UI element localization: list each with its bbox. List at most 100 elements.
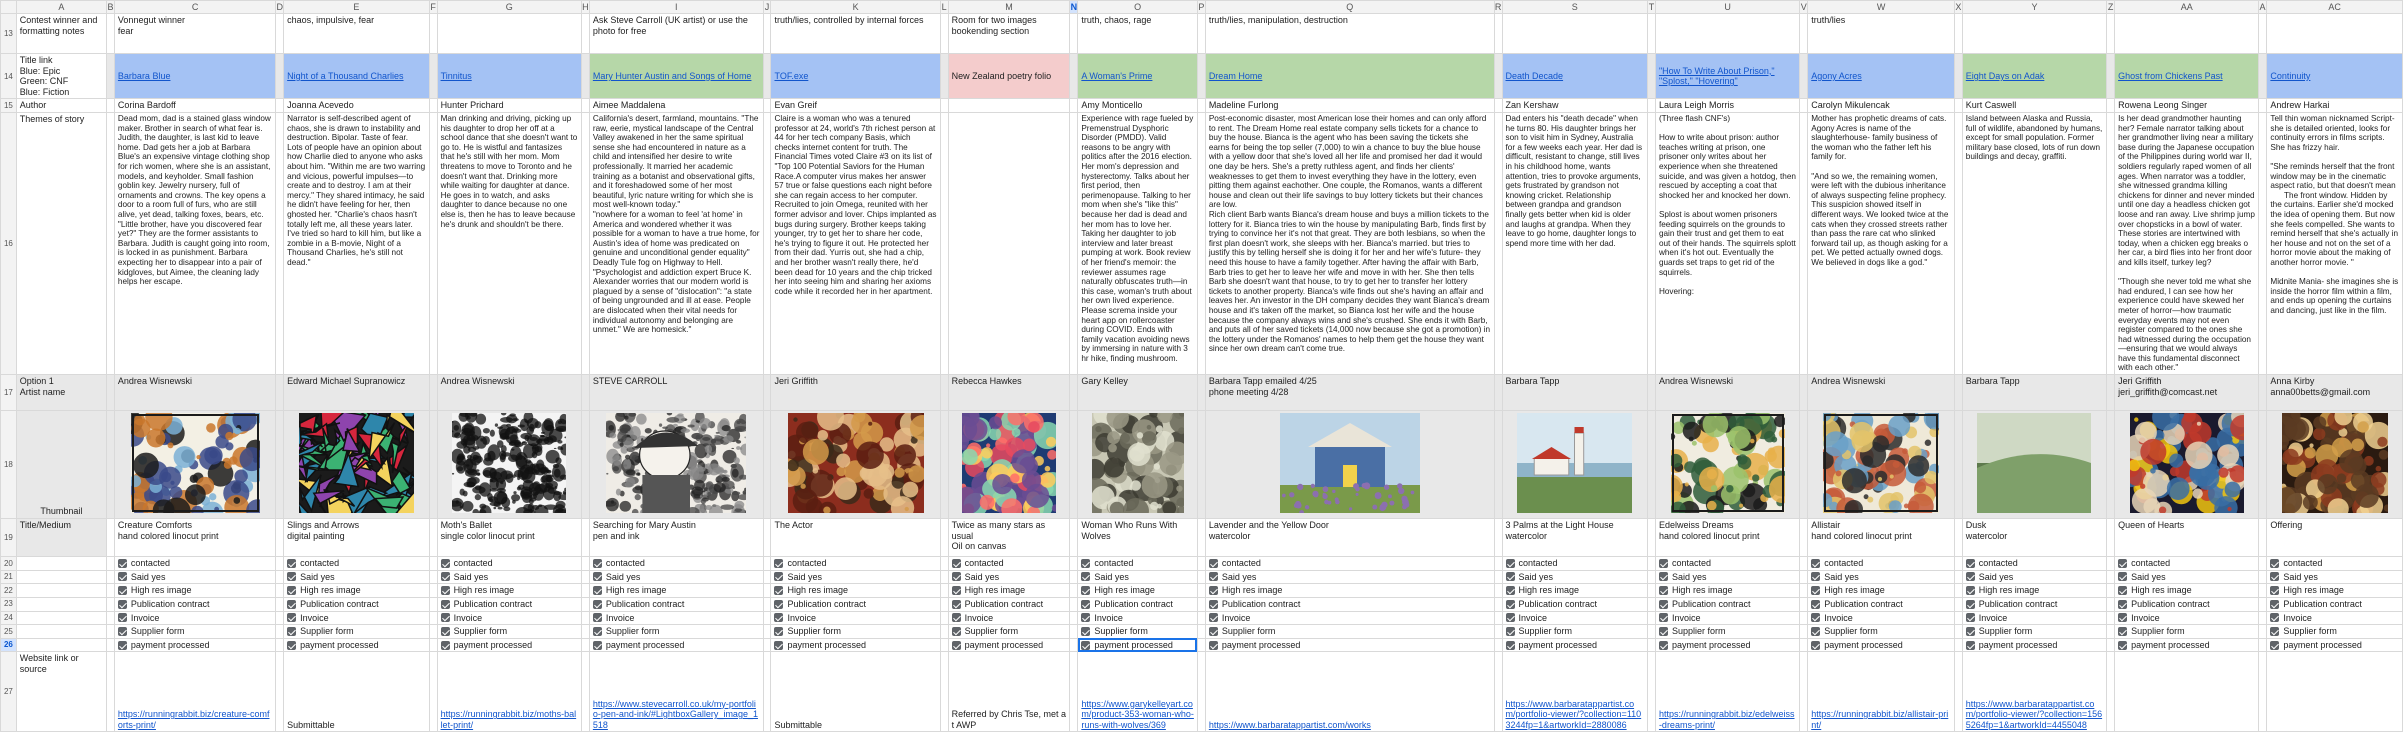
checkbox[interactable]: [1081, 599, 1091, 609]
spacer-cell[interactable]: [1953, 52, 1963, 100]
spacer-cell[interactable]: [275, 410, 285, 520]
checkbox[interactable]: [774, 572, 784, 582]
spacer-cell[interactable]: [2258, 410, 2268, 520]
cell-y-thumb[interactable]: [1961, 410, 2108, 520]
spacer-cell[interactable]: [1647, 569, 1656, 585]
spacer-cell[interactable]: [1196, 583, 1206, 598]
website-link[interactable]: https://www.stevecarroll.co.uk/my-portfo…: [593, 699, 758, 730]
cell-y-c2[interactable]: High res image: [1961, 583, 2108, 598]
checkbox[interactable]: [1081, 613, 1091, 623]
cell-s-contest[interactable]: [1501, 13, 1649, 54]
cell-c-c3[interactable]: Publication contract: [113, 596, 277, 612]
cell-o-artist[interactable]: Gary Kelley: [1077, 374, 1198, 412]
spacer-cell[interactable]: [275, 637, 285, 653]
column-header-b[interactable]: B: [106, 0, 115, 14]
cell-w-c2[interactable]: High res image: [1807, 583, 1955, 598]
cell-w-c4[interactable]: Invoice: [1807, 610, 1955, 626]
spacer-cell[interactable]: [2258, 374, 2268, 412]
column-header-o[interactable]: O: [1077, 0, 1198, 14]
cell-s-c1[interactable]: Said yes: [1501, 569, 1649, 585]
website-link[interactable]: https://runningrabbit.biz/edelweiss-drea…: [1659, 709, 1795, 730]
spacer-cell[interactable]: [580, 637, 590, 653]
row-label-cell[interactable]: Themes of story: [15, 112, 108, 376]
cell-u-c3[interactable]: Publication contract: [1654, 596, 1801, 612]
cell-w-c1[interactable]: Said yes: [1807, 569, 1955, 585]
spacer-cell[interactable]: [2106, 518, 2116, 558]
checkbox[interactable]: [440, 558, 450, 568]
row-label-cell[interactable]: Author: [15, 98, 108, 114]
spacer-cell[interactable]: [1493, 98, 1503, 114]
checkbox[interactable]: [2118, 558, 2128, 568]
checkbox[interactable]: [1208, 586, 1218, 596]
row-header[interactable]: 17: [0, 374, 17, 412]
spacer-cell[interactable]: [1799, 13, 1809, 54]
column-header-y[interactable]: Y: [1961, 0, 2108, 14]
spacer-cell[interactable]: [2258, 583, 2268, 598]
spacer-cell[interactable]: [2106, 374, 2116, 412]
cell-s-c5[interactable]: Supplier form: [1501, 624, 1649, 639]
spacer-cell[interactable]: [939, 98, 949, 114]
checkbox[interactable]: [1505, 572, 1515, 582]
spacer-cell[interactable]: [2106, 637, 2116, 653]
cell-u-website[interactable]: https://runningrabbit.biz/edelweiss-drea…: [1654, 651, 1801, 733]
cell-ac-contest[interactable]: [2266, 13, 2403, 54]
checkbox[interactable]: [951, 613, 961, 623]
spacer-cell[interactable]: [762, 410, 772, 520]
artwork-thumbnail[interactable]: [1965, 413, 2104, 514]
cell-w-website[interactable]: https://runningrabbit.biz/allistair-prin…: [1807, 651, 1955, 733]
spacer-cell[interactable]: [1647, 556, 1656, 571]
spacer-cell[interactable]: [428, 610, 438, 626]
cell-aa-c1[interactable]: Said yes: [2114, 569, 2260, 585]
checkbox[interactable]: [2270, 586, 2280, 596]
cell-o-thumb[interactable]: [1077, 410, 1198, 520]
website-link[interactable]: https://runningrabbit.biz/allistair-prin…: [1811, 709, 1948, 730]
cell-ac-c6[interactable]: payment processed: [2266, 637, 2403, 653]
cell-k-titlemed[interactable]: The Actor: [770, 518, 941, 558]
cell-y-c3[interactable]: Publication contract: [1961, 596, 2108, 612]
cell-ac-thumb[interactable]: [2266, 410, 2403, 520]
spacer-cell[interactable]: [1069, 556, 1079, 571]
artwork-thumbnail[interactable]: [2117, 413, 2256, 514]
cell-e-website[interactable]: Submittable: [283, 651, 430, 733]
spacer-cell[interactable]: [106, 374, 115, 412]
checkbox[interactable]: [1965, 599, 1975, 609]
spacer-cell[interactable]: [2258, 651, 2268, 733]
spacer-cell[interactable]: [275, 374, 285, 412]
checkbox[interactable]: [440, 626, 450, 636]
cell-w-contest[interactable]: truth/lies: [1807, 13, 1955, 54]
checkbox[interactable]: [117, 586, 127, 596]
cell-o-c3[interactable]: Publication contract: [1077, 596, 1198, 612]
checkbox[interactable]: [2118, 640, 2128, 650]
spacer-cell[interactable]: [1953, 518, 1963, 558]
artwork-thumbnail[interactable]: [951, 413, 1068, 514]
cell-u-c6[interactable]: payment processed: [1654, 637, 1801, 653]
spacer-cell[interactable]: [762, 374, 772, 412]
spacer-cell[interactable]: [2106, 624, 2116, 639]
cell-i-c3[interactable]: Publication contract: [588, 596, 764, 612]
cell-q-c2[interactable]: High res image: [1204, 583, 1495, 598]
cell-ac-c3[interactable]: Publication contract: [2266, 596, 2403, 612]
cell-s-title[interactable]: Death Decade: [1501, 52, 1649, 100]
cell-k-artist[interactable]: Jeri Griffith: [770, 374, 941, 412]
spacer-cell[interactable]: [106, 569, 115, 585]
spacer-cell[interactable]: [1953, 637, 1963, 653]
cell-o-titlemed[interactable]: Woman Who Runs With Wolves: [1077, 518, 1198, 558]
cell-s-c0[interactable]: contacted: [1501, 556, 1649, 571]
cell-c-c1[interactable]: Said yes: [113, 569, 277, 585]
cell-u-title[interactable]: "How To Write About Prison," "Splost," "…: [1654, 52, 1801, 100]
spacer-cell[interactable]: [2106, 13, 2116, 54]
spacer-cell[interactable]: [939, 518, 949, 558]
checkbox[interactable]: [1811, 613, 1821, 623]
cell-k-c6[interactable]: payment processed: [770, 637, 941, 653]
cell-i-c6[interactable]: payment processed: [588, 637, 764, 653]
spacer-cell[interactable]: [1953, 624, 1963, 639]
checkbox[interactable]: [774, 558, 784, 568]
column-header-e[interactable]: E: [283, 0, 430, 14]
column-header-ab[interactable]: AB: [2258, 0, 2268, 14]
spacer-cell[interactable]: [1953, 610, 1963, 626]
cell-u-c4[interactable]: Invoice: [1654, 610, 1801, 626]
column-header-l[interactable]: L: [939, 0, 949, 14]
spacer-cell[interactable]: [1493, 13, 1503, 54]
cell-q-contest[interactable]: truth/lies, manipulation, destruction: [1204, 13, 1495, 54]
cell-w-c5[interactable]: Supplier form: [1807, 624, 1955, 639]
